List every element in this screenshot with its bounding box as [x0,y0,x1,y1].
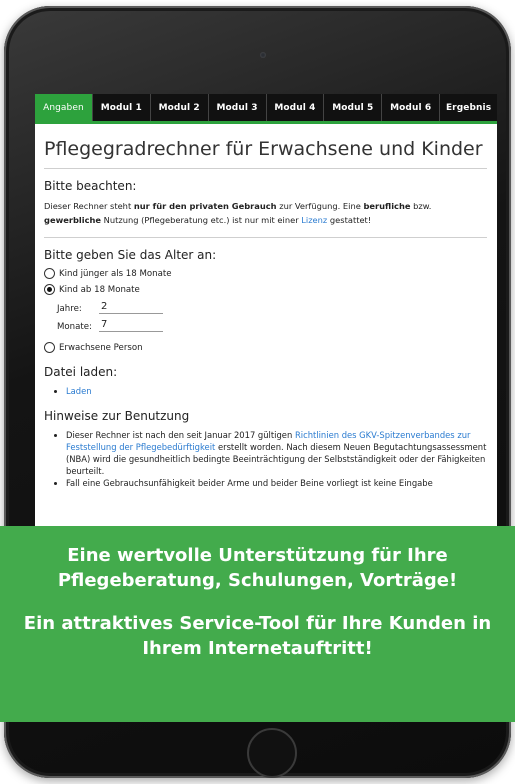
notice-text-part: bzw. [410,201,432,211]
promo-banner: Eine wertvolle Unterstützung für Ihre Pf… [0,526,515,722]
radio-adult[interactable]: Erwachsene Person [44,342,487,353]
divider [44,237,487,238]
usage-text-part: Dieser Rechner ist nach den seit Januar … [66,430,295,440]
radio-label: Kind jünger als 18 Monate [59,268,172,279]
list-item: Laden [66,385,487,397]
radio-child-under-18m[interactable]: Kind jünger als 18 Monate [44,268,487,279]
banner-line-3: Ein attraktives Service-Tool für Ihre Ku… [23,613,492,634]
camera-icon [260,52,266,58]
tab-modul-1[interactable]: Modul 1 [93,94,151,121]
tab-modul-4[interactable]: Modul 4 [267,94,325,121]
list-item: Fall eine Gebrauchsunfähigkeit beider Ar… [66,477,487,489]
usage-list: Dieser Rechner ist nach den seit Januar … [44,429,487,489]
radio-child-over-18m[interactable]: Kind ab 18 Monate [44,284,487,295]
notice-text-part: Dieser Rechner steht [44,201,134,211]
months-row: Monate: 7 [57,318,487,332]
tab-modul-6[interactable]: Modul 6 [382,94,441,121]
banner-line-2: Pflegeberatung, Schulungen, Vorträge! [57,570,458,591]
notice-bold-private: nur für den privaten Gebrauch [133,201,277,211]
notice-heading: Bitte beachten: [44,179,137,193]
file-heading: Datei laden: [44,365,118,379]
notice-bold-professional: berufliche [363,201,411,211]
tab-ergebnis[interactable]: Ergebnis [440,94,497,121]
notice-text: Dieser Rechner steht nur für den private… [44,199,487,227]
file-list: Laden [44,385,487,397]
license-link[interactable]: Lizenz [301,215,327,225]
tab-modul-2[interactable]: Modul 2 [151,94,209,121]
months-label: Monate: [57,322,92,332]
radio-button[interactable] [44,342,55,353]
list-item: Dieser Rechner ist nach den seit Januar … [66,429,487,477]
usage-heading: Hinweise zur Benutzung [44,409,190,423]
age-heading: Bitte geben Sie das Alter an: [44,248,217,262]
tab-modul-5[interactable]: Modul 5 [324,94,383,121]
home-button[interactable] [247,728,297,778]
notice-bold-commercial: gewerbliche [44,215,102,225]
tab-angaben[interactable]: Angaben [35,94,93,121]
usage-text-part: Fall eine Gebrauchsunfähigkeit beider Ar… [66,478,433,488]
radio-label: Kind ab 18 Monate [59,284,140,295]
notice-text-part: gestattet! [327,215,372,225]
radio-label: Erwachsene Person [59,342,143,353]
radio-button[interactable] [44,268,55,279]
tab-modul-3[interactable]: Modul 3 [209,94,267,121]
banner-line-4: Ihrem Internetauftritt! [142,638,373,659]
years-row: Jahre: 2 [57,300,487,314]
months-input[interactable]: 7 [99,318,163,332]
load-link[interactable]: Laden [66,386,92,396]
main-content: Pflegegradrechner für Erwachsene und Kin… [35,138,497,489]
notice-text-part: zur Verfügung. Eine [276,201,364,211]
banner-line-1: Eine wertvolle Unterstützung für Ihre [67,545,448,566]
radio-button-selected[interactable] [44,284,55,295]
years-label: Jahre: [57,304,82,314]
module-tabs: Angaben Modul 1 Modul 2 Modul 3 Modul 4 … [35,94,497,124]
page-title: Pflegegradrechner für Erwachsene und Kin… [44,138,487,169]
years-input[interactable]: 2 [99,300,163,314]
notice-text-part: Nutzung (Pflegeberatung etc.) ist nur mi… [101,215,302,225]
